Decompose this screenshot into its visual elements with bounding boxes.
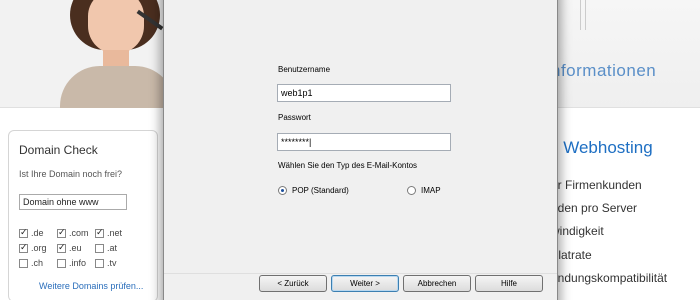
help-button[interactable]: Hilfe (475, 275, 543, 292)
checkbox-icon[interactable] (95, 227, 104, 238)
domain-check-card: Domain Check Ist Ihre Domain noch frei? … (8, 130, 158, 300)
radio-selected-icon[interactable] (278, 186, 287, 195)
domain-check-title: Domain Check (19, 143, 98, 157)
tld-eu[interactable]: .eu (57, 242, 82, 253)
header-decoration (580, 0, 586, 30)
tld-de[interactable]: .de (19, 227, 44, 238)
checkbox-icon[interactable] (95, 243, 104, 253)
checkbox-icon[interactable] (19, 242, 28, 253)
back-button[interactable]: < Zurück (259, 275, 327, 292)
username-label: Benutzername (278, 65, 331, 74)
tld-ch[interactable]: .ch (19, 258, 43, 268)
domain-input[interactable] (19, 194, 127, 210)
radio-pop[interactable]: POP (Standard) (278, 186, 349, 195)
header-watermark-text: nformationen (551, 61, 657, 80)
checkbox-icon[interactable] (57, 258, 66, 268)
header-photo-area (0, 0, 170, 108)
tld-tv[interactable]: .tv (95, 258, 117, 268)
username-input[interactable] (277, 84, 451, 102)
tld-info[interactable]: .info (57, 258, 86, 268)
screen: nformationen Domain Check Ist Ihre Domai… (0, 0, 700, 300)
webhosting-section: s Webhosting ür Firmenkunden nden pro Se… (540, 108, 700, 300)
button-bar-divider (164, 273, 557, 274)
password-input[interactable] (277, 133, 451, 151)
password-label: Passwort (278, 113, 311, 122)
next-button[interactable]: Weiter > (331, 275, 399, 292)
support-agent-photo (60, 0, 170, 108)
more-domains-link[interactable]: Weitere Domains prüfen... (39, 281, 143, 291)
checkbox-icon[interactable] (19, 227, 28, 238)
tld-org[interactable]: .org (19, 242, 47, 253)
checkbox-icon[interactable] (19, 258, 28, 268)
account-type-label: Wählen Sie den Typ des E-Mail-Kontos (278, 161, 418, 170)
radio-icon[interactable] (407, 186, 416, 195)
checkbox-icon[interactable] (57, 242, 66, 253)
webhosting-title: s Webhosting (550, 138, 653, 157)
email-account-dialog: Benutzername Passwort Wählen Sie den Typ… (163, 0, 558, 300)
tld-at[interactable]: .at (95, 243, 117, 253)
tld-net[interactable]: .net (95, 227, 122, 238)
header-right-area: nformationen (540, 0, 700, 108)
feature-item: endungskompatibilität (551, 271, 668, 285)
feature-item: nden pro Server (551, 201, 638, 215)
checkbox-icon[interactable] (57, 227, 66, 238)
domain-check-question: Ist Ihre Domain noch frei? (19, 169, 123, 179)
tld-com[interactable]: .com (57, 227, 89, 238)
feature-item: ür Firmenkunden (551, 178, 642, 192)
checkbox-icon[interactable] (95, 258, 104, 268)
cancel-button[interactable]: Abbrechen (403, 275, 471, 292)
feature-item: windigkeit (551, 224, 604, 238)
radio-imap[interactable]: IMAP (407, 186, 441, 195)
